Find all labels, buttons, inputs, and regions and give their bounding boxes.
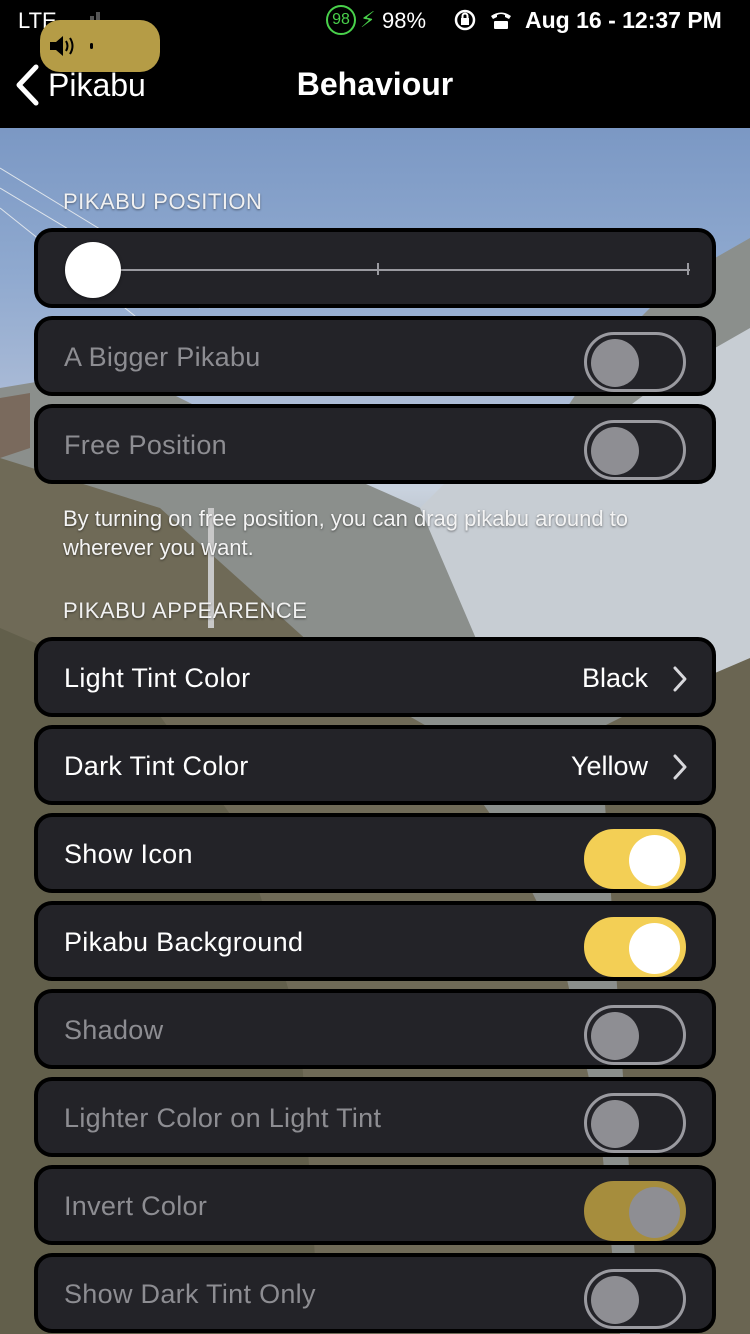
toggle-knob (591, 427, 639, 475)
slider-tick (687, 263, 689, 275)
toggle-knob (629, 835, 680, 886)
row-invert-color[interactable]: Invert Color (34, 1165, 716, 1245)
rotation-lock-icon (454, 9, 476, 31)
row-lighter-color[interactable]: Lighter Color on Light Tint (34, 1077, 716, 1157)
row-label: Dark Tint Color (64, 751, 249, 781)
row-label: Lighter Color on Light Tint (64, 1103, 382, 1133)
row-label: Light Tint Color (64, 663, 251, 693)
shadow-toggle[interactable] (584, 1005, 686, 1065)
row-label: Show Icon (64, 839, 193, 869)
chevron-right-icon (673, 754, 687, 780)
row-bigger-pikabu[interactable]: A Bigger Pikabu (34, 316, 716, 396)
row-show-icon[interactable]: Show Icon (34, 813, 716, 893)
pikabu-background-toggle[interactable] (584, 917, 686, 977)
speaker-icon (50, 36, 93, 56)
slider-tick (377, 263, 379, 275)
invert-color-toggle[interactable] (584, 1181, 686, 1241)
free-position-footnote: By turning on free position, you can dra… (63, 506, 629, 560)
position-slider-thumb[interactable] (65, 242, 121, 298)
row-label: Free Position (64, 430, 227, 460)
battery-percent: 98% (382, 8, 427, 33)
row-dark-tint-color[interactable]: Dark Tint Color Yellow (34, 725, 716, 805)
row-label: Pikabu Background (64, 927, 304, 957)
toggle-knob (591, 1012, 639, 1060)
row-shadow[interactable]: Shadow (34, 989, 716, 1069)
row-show-dark-tint-only[interactable]: Show Dark Tint Only (34, 1253, 716, 1333)
datetime-label: Aug 16 - 12:37 PM (525, 7, 722, 33)
lighter-color-toggle[interactable] (584, 1093, 686, 1153)
row-label: Shadow (64, 1015, 164, 1045)
battery-ring-icon: 98 (326, 5, 356, 35)
row-light-tint-color[interactable]: Light Tint Color Black (34, 637, 716, 717)
position-slider-card (34, 228, 716, 308)
charging-bolt-icon: ⚡ (360, 7, 376, 32)
show-icon-toggle[interactable] (584, 829, 686, 889)
row-label: Invert Color (64, 1191, 208, 1221)
toggle-knob (591, 1276, 639, 1324)
row-free-position[interactable]: Free Position (34, 404, 716, 484)
volume-indicator (40, 20, 160, 72)
row-pikabu-background[interactable]: Pikabu Background (34, 901, 716, 981)
row-value: Yellow (570, 751, 648, 781)
position-slider-track[interactable] (104, 269, 690, 271)
show-dark-tint-only-toggle[interactable] (584, 1269, 686, 1329)
row-value: Black (581, 663, 648, 693)
toggle-knob (629, 923, 680, 974)
chevron-right-icon (673, 666, 687, 692)
toggle-knob (629, 1187, 680, 1238)
row-label: A Bigger Pikabu (64, 342, 261, 372)
section-header-appearance: PIKABU APPEARENCE (63, 598, 308, 623)
free-position-toggle[interactable] (584, 420, 686, 480)
phone-icon (491, 12, 511, 29)
row-label: Show Dark Tint Only (64, 1279, 316, 1309)
bigger-pikabu-toggle[interactable] (584, 332, 686, 392)
toggle-knob (591, 1100, 639, 1148)
toggle-knob (591, 339, 639, 387)
section-header-position: PIKABU POSITION (63, 189, 263, 214)
